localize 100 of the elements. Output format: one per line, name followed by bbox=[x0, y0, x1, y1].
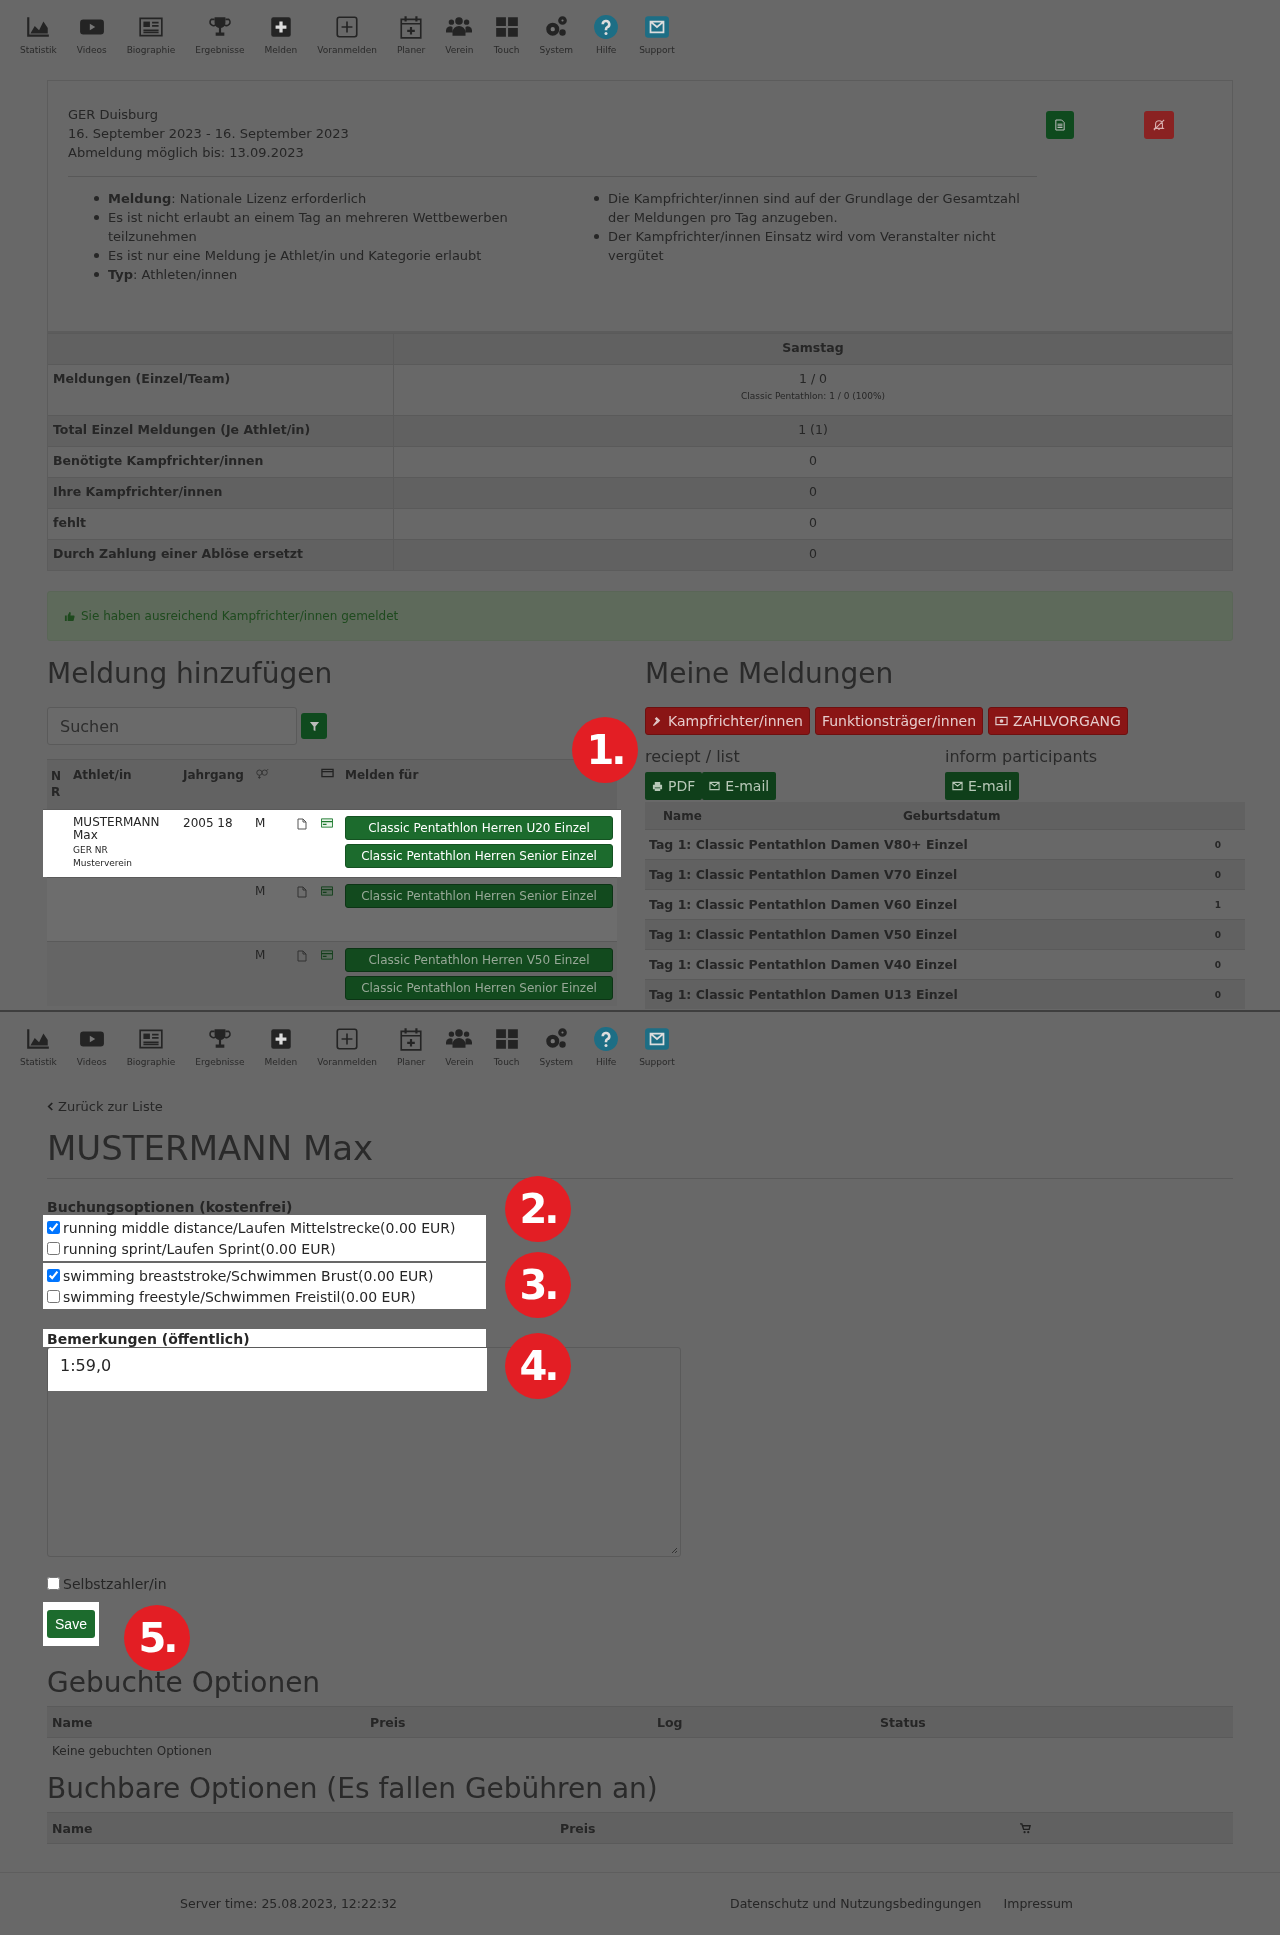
option-checkbox[interactable]: swimming freestyle/Schwimmen Freistil(0.00 EUR) bbox=[47, 1286, 416, 1307]
row-label: Benötigte Kampfrichter/innen bbox=[53, 453, 264, 468]
form-label: Buchungsoptionen (kostenfrei) bbox=[47, 1199, 293, 1215]
note-text: Es ist nur eine Meldung je Athlet/in und Kategorie erlaubt bbox=[108, 248, 482, 263]
table-cell: 0 bbox=[1214, 929, 1221, 940]
document-button[interactable] bbox=[1046, 111, 1074, 139]
toolbar-item[interactable]: Statistik bbox=[10, 1012, 67, 1070]
toolbar-item[interactable]: System bbox=[529, 0, 584, 58]
deadline-text: Abmeldung möglich bis: 13.09.2023 bbox=[68, 144, 305, 162]
self-payer-checkbox[interactable]: Selbstzahler/in bbox=[47, 1573, 167, 1594]
search-field[interactable]: Suchen bbox=[47, 707, 297, 745]
card-icon[interactable] bbox=[321, 818, 333, 828]
entry-button[interactable]: Classic Pentathlon Herren Senior Einzel bbox=[345, 976, 613, 1000]
checkbox[interactable] bbox=[47, 1221, 60, 1234]
mail-icon bbox=[643, 1026, 670, 1052]
help-icon bbox=[593, 1026, 620, 1052]
toolbar-item[interactable]: Voranmelden bbox=[307, 1012, 387, 1070]
toolbar-item[interactable]: Planer bbox=[386, 0, 436, 58]
toolbar-item[interactable]: Touch bbox=[483, 0, 530, 58]
bullet-icon bbox=[94, 215, 99, 220]
email-button[interactable]: E-mail bbox=[945, 772, 1019, 800]
step-marker: 2. bbox=[505, 1176, 571, 1242]
toolbar-item[interactable]: Hilfe bbox=[583, 0, 630, 58]
bullet-icon bbox=[594, 196, 599, 201]
table-cell: Tag 1: Classic Pentathlon Damen V60 Einzel bbox=[649, 897, 958, 912]
action-button[interactable]: Funktionsträger/innen bbox=[814, 707, 984, 735]
option-label: Selbstzahler/in bbox=[63, 1575, 167, 1592]
entry-button[interactable]: Classic Pentathlon Herren U20 Einzel bbox=[345, 816, 613, 840]
note-text: Es ist nicht erlaubt an einem Tag an mehreren Wettbewerben teilzunehmen bbox=[108, 210, 508, 244]
option-checkbox[interactable]: swimming breaststroke/Schwimmen Brust(0.00 EUR) bbox=[47, 1265, 434, 1286]
document-icon[interactable] bbox=[297, 886, 307, 898]
resize-grip-icon[interactable] bbox=[670, 1546, 678, 1554]
mail-icon bbox=[643, 14, 670, 40]
export-button[interactable]: E-mail bbox=[702, 772, 777, 800]
note-text: Meldung: Nationale Lizenz erforderlich bbox=[108, 191, 367, 206]
toolbar-item[interactable]: Statistik bbox=[10, 0, 67, 58]
toolbar-item[interactable]: System bbox=[529, 1012, 584, 1070]
plus-icon bbox=[334, 14, 361, 40]
section-heading: Buchbare Optionen (Es fallen Gebühren an) bbox=[47, 1772, 659, 1807]
export-button[interactable]: PDF bbox=[645, 772, 703, 800]
document-icon[interactable] bbox=[297, 818, 307, 830]
grid-icon bbox=[493, 14, 520, 40]
table-cell: 0 bbox=[1214, 869, 1221, 880]
checkbox[interactable] bbox=[47, 1577, 60, 1590]
toolbar-item[interactable]: Biographie bbox=[116, 1012, 186, 1070]
filter-button[interactable] bbox=[301, 713, 327, 739]
footer-link[interactable]: Datenschutz und Nutzungsbedingungen bbox=[730, 1895, 982, 1911]
row-label: Ihre Kampfrichter/innen bbox=[53, 484, 223, 499]
card-icon[interactable] bbox=[321, 886, 333, 896]
table-cell: 1 / 0 bbox=[798, 371, 828, 386]
entry-button[interactable]: Classic Pentathlon Herren Senior Einzel bbox=[345, 884, 613, 908]
toolbar-item[interactable]: Support bbox=[629, 0, 685, 58]
print-icon bbox=[652, 780, 663, 792]
alert-text: Sie haben ausreichend Kampfrichter/innen gemeldet bbox=[81, 609, 399, 623]
option-checkbox[interactable]: running sprint/Laufen Sprint(0.00 EUR) bbox=[47, 1238, 336, 1259]
toolbar-item[interactable]: Planer bbox=[386, 1012, 436, 1070]
row-label: Meldungen (Einzel/Team) bbox=[53, 371, 231, 386]
checkbox[interactable] bbox=[47, 1290, 60, 1303]
toolbar-item[interactable]: Touch bbox=[483, 1012, 530, 1070]
toolbar-item[interactable]: Melden bbox=[254, 1012, 308, 1070]
chevron-left-icon bbox=[47, 1102, 54, 1111]
back-link[interactable]: Zurück zur Liste bbox=[47, 1099, 163, 1114]
checkbox[interactable] bbox=[47, 1269, 60, 1282]
table-cell: 0 bbox=[809, 453, 817, 468]
table-cell: Tag 1: Classic Pentathlon Damen V80+ Einzel bbox=[649, 837, 968, 852]
step-marker: 3. bbox=[505, 1252, 571, 1318]
step-marker: 4. bbox=[505, 1333, 571, 1399]
toolbar-item[interactable]: Biographie bbox=[116, 0, 186, 58]
table-cell: 0 bbox=[1214, 989, 1221, 1000]
note-text: Die Kampfrichter/innen sind auf der Grundlage der Gesamtzahl der Meldungen pro Tag anzugeben. bbox=[608, 191, 1020, 225]
option-label: swimming freestyle/Schwimmen Freistil(0.00 EUR) bbox=[63, 1288, 416, 1305]
note-text: Der Kampfrichter/innen Einsatz wird vom Veranstalter nicht vergütet bbox=[608, 229, 996, 263]
save-button[interactable]: Save bbox=[47, 1610, 95, 1638]
column-header: Melden für bbox=[345, 768, 420, 782]
column-header: Geburtsdatum bbox=[903, 808, 1001, 823]
card-icon[interactable] bbox=[321, 950, 333, 960]
toolbar-item[interactable]: Hilfe bbox=[583, 1012, 630, 1070]
toolbar-item[interactable]: Voranmelden bbox=[307, 0, 387, 58]
card-icon bbox=[321, 768, 334, 778]
entry-button[interactable]: Classic Pentathlon Herren V50 Einzel bbox=[345, 948, 613, 972]
footer-link[interactable]: Impressum bbox=[1003, 1895, 1073, 1911]
toolbar-item[interactable]: Melden bbox=[254, 0, 308, 58]
event-dates: 16. September 2023 - 16. September 2023 bbox=[68, 125, 350, 143]
notification-off-button[interactable] bbox=[1144, 111, 1174, 139]
checkbox[interactable] bbox=[47, 1242, 60, 1255]
toolbar-item[interactable]: Verein bbox=[435, 1012, 484, 1070]
entry-button[interactable]: Classic Pentathlon Herren Senior Einzel bbox=[345, 844, 613, 868]
table-cell: Tag 1: Classic Pentathlon Damen V50 Einzel bbox=[649, 927, 958, 942]
plus-icon bbox=[334, 1026, 361, 1052]
toolbar-item[interactable]: Verein bbox=[435, 0, 484, 58]
table-cell: Tag 1: Classic Pentathlon Damen V40 Einzel bbox=[649, 957, 958, 972]
section-label: inform participants bbox=[945, 747, 1099, 766]
table-cell: M bbox=[255, 948, 266, 962]
section-heading: Meine Meldungen bbox=[645, 657, 895, 692]
action-button[interactable]: ZAHLVORGANG bbox=[988, 707, 1128, 735]
money-icon bbox=[995, 716, 1009, 726]
athlete-club: Musterverein bbox=[73, 858, 134, 868]
option-checkbox[interactable]: running middle distance/Laufen Mittelstrecke(0.00 EUR) bbox=[47, 1217, 456, 1238]
action-button[interactable]: Kampfrichter/innen bbox=[645, 707, 810, 735]
toolbar-item[interactable]: Support bbox=[629, 1012, 685, 1070]
